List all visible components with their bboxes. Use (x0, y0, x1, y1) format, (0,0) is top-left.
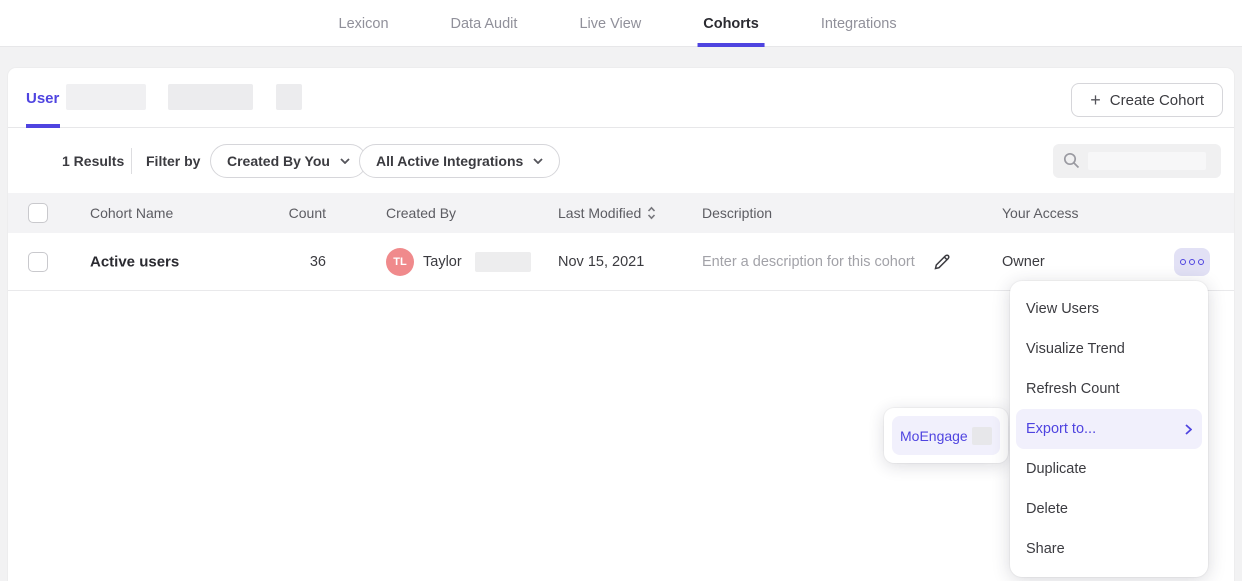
dot-icon (1189, 259, 1195, 265)
nav-tab-cohorts[interactable]: Cohorts (697, 0, 765, 47)
menu-item-label: Duplicate (1026, 461, 1086, 477)
redacted-text (972, 427, 992, 445)
menu-item-label: Visualize Trend (1026, 341, 1125, 357)
created-by-dropdown[interactable]: Created By You (210, 144, 367, 178)
results-count: 1 Results (62, 153, 124, 169)
create-cohort-label: Create Cohort (1110, 92, 1204, 109)
menu-item-label: Refresh Count (1026, 381, 1120, 397)
active-integrations-dropdown[interactable]: All Active Integrations (359, 144, 560, 178)
column-header-created-by[interactable]: Created By (386, 205, 456, 221)
select-all-checkbox[interactable] (28, 203, 48, 223)
tab-user[interactable]: User (26, 68, 59, 128)
menu-item-duplicate[interactable]: Duplicate (1016, 449, 1202, 489)
redacted-tab[interactable] (276, 84, 302, 110)
access-level: Owner (1002, 254, 1045, 270)
row-checkbox[interactable] (28, 252, 48, 272)
filter-bar: 1 Results Filter by Created By You All A… (8, 128, 1234, 193)
table-header: Cohort Name Count Created By Last Modifi… (8, 193, 1234, 233)
nav-tab-integrations[interactable]: Integrations (815, 0, 903, 47)
cohort-name[interactable]: Active users (90, 253, 179, 270)
filter-by-label: Filter by (146, 153, 200, 169)
edit-description-button[interactable] (930, 250, 954, 274)
nav-tab-live-view[interactable]: Live View (573, 0, 647, 47)
menu-item-label: Delete (1026, 501, 1068, 517)
menu-item-share[interactable]: Share (1016, 529, 1202, 569)
chevron-down-icon (533, 158, 543, 164)
column-header-label: Last Modified (558, 205, 641, 221)
creator: TL Taylor (386, 248, 531, 276)
menu-item-label: View Users (1026, 301, 1099, 317)
pencil-icon (932, 252, 952, 272)
description-placeholder[interactable]: Enter a description for this cohort (702, 254, 915, 270)
sort-icon (647, 206, 656, 220)
active-integrations-dropdown-label: All Active Integrations (376, 153, 523, 169)
create-cohort-button[interactable]: + Create Cohort (1071, 83, 1223, 117)
dot-icon (1198, 259, 1204, 265)
plus-icon: + (1090, 91, 1101, 109)
divider (131, 148, 132, 174)
dot-icon (1180, 259, 1186, 265)
created-by-dropdown-label: Created By You (227, 153, 330, 169)
row-actions-button[interactable] (1174, 248, 1210, 276)
menu-item-delete[interactable]: Delete (1016, 489, 1202, 529)
menu-item-refresh-count[interactable]: Refresh Count (1016, 369, 1202, 409)
nav-tab-label: Integrations (821, 16, 897, 32)
nav-tab-label: Data Audit (451, 16, 518, 32)
redacted-tab[interactable] (168, 84, 253, 110)
menu-item-label: Share (1026, 541, 1065, 557)
cohort-type-tabs: User + Create Cohort (8, 68, 1234, 128)
context-menu: View Users Visualize Trend Refresh Count… (1010, 281, 1208, 577)
nav-tab-lexicon[interactable]: Lexicon (333, 0, 395, 47)
menu-item-visualize-trend[interactable]: Visualize Trend (1016, 329, 1202, 369)
creator-name: Taylor (423, 254, 462, 270)
redacted-text (1088, 152, 1206, 170)
search-input[interactable] (1053, 144, 1221, 178)
column-header-last-modified[interactable]: Last Modified (558, 205, 656, 221)
column-header-description[interactable]: Description (702, 205, 772, 221)
menu-item-view-users[interactable]: View Users (1016, 289, 1202, 329)
column-header-your-access[interactable]: Your Access (1002, 205, 1079, 221)
menu-item-export-to[interactable]: Export to... (1016, 409, 1202, 449)
nav-tab-label: Live View (579, 16, 641, 32)
chevron-down-icon (340, 158, 350, 164)
last-modified-date: Nov 15, 2021 (558, 254, 644, 270)
export-submenu: MoEngage (884, 408, 1008, 463)
menu-item-label: Export to... (1026, 421, 1096, 437)
cohort-count: 36 (230, 254, 326, 270)
column-header-cohort-name[interactable]: Cohort Name (90, 205, 173, 221)
top-nav-tabs: Lexicon Data Audit Live View Cohorts Int… (333, 0, 903, 47)
cohorts-page: Lexicon Data Audit Live View Cohorts Int… (0, 0, 1242, 581)
column-header-count[interactable]: Count (230, 205, 326, 221)
submenu-item-label: MoEngage (900, 428, 968, 444)
redacted-text (475, 252, 531, 272)
nav-tab-label: Lexicon (339, 16, 389, 32)
nav-tab-label: Cohorts (703, 16, 759, 32)
nav-tab-data-audit[interactable]: Data Audit (445, 0, 524, 47)
avatar: TL (386, 248, 414, 276)
top-nav: Lexicon Data Audit Live View Cohorts Int… (0, 0, 1242, 47)
redacted-tab[interactable] (66, 84, 146, 110)
search-icon (1063, 152, 1080, 169)
submenu-item-moengage[interactable]: MoEngage (892, 416, 1000, 455)
chevron-right-icon (1185, 424, 1192, 435)
